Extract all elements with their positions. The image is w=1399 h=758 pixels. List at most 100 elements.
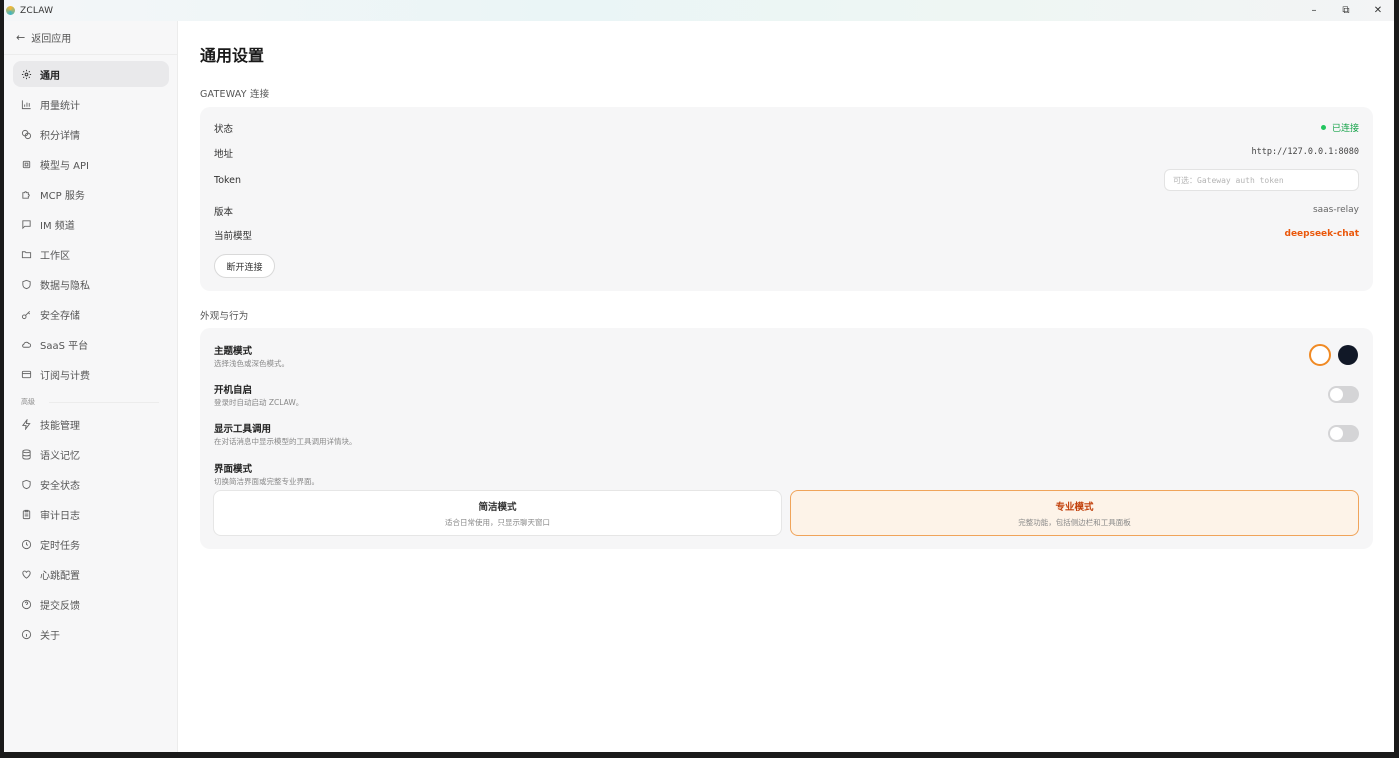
close-button[interactable]: ✕ xyxy=(1362,0,1394,21)
token-label: Token xyxy=(214,175,242,186)
sidebar-item-heartbeat[interactable]: 心跳配置 xyxy=(13,561,169,587)
toggle-knob xyxy=(1330,388,1343,401)
sidebar-item-credits[interactable]: 积分详情 xyxy=(13,121,169,147)
gateway-card: 状态 已连接 地址 http://127.0.0.1:8080 Token 版本… xyxy=(200,107,1373,291)
pro-mode-desc: 完整功能，包括侧边栏和工具面板 xyxy=(1018,517,1131,527)
current-model-value: deepseek-chat xyxy=(1284,229,1360,239)
theme-light-swatch[interactable] xyxy=(1309,344,1331,366)
sidebar-item-security-status[interactable]: 安全状态 xyxy=(13,471,169,497)
page-title: 通用设置 xyxy=(200,46,265,65)
sidebar-item-models[interactable]: 模型与 API xyxy=(13,151,169,177)
sidebar-item-mcp[interactable]: MCP 服务 xyxy=(13,181,169,207)
sidebar-item-label: 安全存储 xyxy=(40,310,80,322)
sidebar-item-secure-storage[interactable]: 安全存储 xyxy=(13,301,169,327)
sidebar-item-scheduled-tasks[interactable]: 定时任务 xyxy=(13,531,169,557)
advanced-group-label: 高级 xyxy=(21,398,35,406)
sidebar-item-label: 数据与隐私 xyxy=(40,280,90,292)
pro-mode-title: 专业模式 xyxy=(1055,501,1094,513)
theme-mode-title: 主题模式 xyxy=(214,346,253,357)
sidebar-item-label: 工作区 xyxy=(40,250,70,262)
sidebar-item-audit-log[interactable]: 审计日志 xyxy=(13,501,169,527)
back-label: 返回应用 xyxy=(31,34,72,45)
sidebar-item-label: 关于 xyxy=(40,630,60,642)
back-to-app-button[interactable]: ← 返回应用 xyxy=(16,30,71,45)
current-model-label: 当前模型 xyxy=(214,231,253,242)
minimize-button[interactable]: – xyxy=(1298,0,1330,21)
info-icon xyxy=(21,629,32,640)
sidebar-item-label: 安全状态 xyxy=(40,480,80,492)
autostart-desc: 登录时自动启动 ZCLAW。 xyxy=(214,398,304,407)
theme-dark-swatch[interactable] xyxy=(1338,345,1358,365)
theme-mode-desc: 选择浅色或深色模式。 xyxy=(214,359,289,368)
sidebar-item-usage[interactable]: 用量统计 xyxy=(13,91,169,117)
sidebar-item-label: 定时任务 xyxy=(40,540,80,552)
show-tools-toggle[interactable] xyxy=(1328,425,1359,442)
clipboard-icon xyxy=(21,509,32,520)
address-value: http://127.0.0.1:8080 xyxy=(1251,147,1359,157)
show-tools-desc: 在对话消息中显示模型的工具调用详情块。 xyxy=(214,437,357,446)
restore-button[interactable]: ⧉ xyxy=(1330,0,1362,21)
cpu-icon xyxy=(21,159,32,170)
puzzle-icon xyxy=(21,189,32,200)
title-bar: ZCLAW – ⧉ ✕ xyxy=(4,0,1394,21)
sidebar-item-privacy[interactable]: 数据与隐私 xyxy=(13,271,169,297)
sidebar-item-label: MCP 服务 xyxy=(40,190,85,202)
sidebar-item-feedback[interactable]: 提交反馈 xyxy=(13,591,169,617)
shield-icon xyxy=(21,479,32,490)
help-circle-icon xyxy=(21,599,32,610)
arrow-left-icon: ← xyxy=(16,31,26,44)
coins-icon xyxy=(21,129,32,140)
divider xyxy=(49,402,159,403)
sidebar: ← 返回应用 通用 用量统计 积分详情 模型与 API MCP 服务 IM 频道 xyxy=(4,21,178,752)
clock-icon xyxy=(21,539,32,550)
version-label: 版本 xyxy=(214,207,234,218)
sidebar-item-label: SaaS 平台 xyxy=(40,340,89,352)
sidebar-item-im[interactable]: IM 频道 xyxy=(13,211,169,237)
sidebar-item-label: 用量统计 xyxy=(40,100,80,112)
app-logo-icon xyxy=(6,6,15,15)
token-input[interactable] xyxy=(1164,169,1359,191)
simple-mode-card[interactable]: 简洁模式 适合日常使用，只显示聊天窗口 xyxy=(213,490,782,536)
gear-icon xyxy=(21,69,32,80)
app-title: ZCLAW xyxy=(20,5,54,16)
autostart-title: 开机自启 xyxy=(214,385,253,396)
message-icon xyxy=(21,219,32,230)
appearance-section-title: 外观与行为 xyxy=(200,311,249,322)
ui-mode-desc: 切换简洁界面或完整专业界面。 xyxy=(214,477,319,486)
divider xyxy=(4,54,178,55)
sidebar-item-label: 心跳配置 xyxy=(40,570,80,582)
database-icon xyxy=(21,448,32,460)
sidebar-item-label: 通用 xyxy=(40,70,60,82)
sidebar-item-workspace[interactable]: 工作区 xyxy=(13,241,169,267)
sidebar-item-label: 技能管理 xyxy=(40,420,80,432)
heart-icon xyxy=(21,569,32,580)
shield-icon xyxy=(21,279,32,290)
sidebar-item-general[interactable]: 通用 xyxy=(13,61,169,87)
autostart-toggle[interactable] xyxy=(1328,386,1359,403)
simple-mode-title: 简洁模式 xyxy=(478,501,517,513)
pro-mode-card[interactable]: 专业模式 完整功能，包括侧边栏和工具面板 xyxy=(790,490,1359,536)
sidebar-item-saas[interactable]: SaaS 平台 xyxy=(13,331,169,357)
simple-mode-desc: 适合日常使用，只显示聊天窗口 xyxy=(445,517,550,527)
sidebar-item-billing[interactable]: 订阅与计费 xyxy=(13,361,169,387)
app-window: ZCLAW – ⧉ ✕ ← 返回应用 通用 用量统计 积分详情 模型与 API xyxy=(4,0,1394,752)
sidebar-item-label: 模型与 API xyxy=(40,160,89,172)
sidebar-item-memory[interactable]: 语义记忆 xyxy=(13,441,169,467)
status-dot-icon xyxy=(1320,125,1326,130)
disconnect-button[interactable]: 断开连接 xyxy=(214,254,275,278)
sidebar-item-label: 积分详情 xyxy=(40,130,80,142)
bar-chart-icon xyxy=(21,99,32,110)
appearance-card: 主题模式 选择浅色或深色模式。 开机自启 登录时自动启动 ZCLAW。 显示工具… xyxy=(200,328,1373,549)
zap-icon xyxy=(21,418,32,430)
sidebar-item-about[interactable]: 关于 xyxy=(13,621,169,647)
sidebar-item-label: IM 频道 xyxy=(40,220,75,232)
show-tools-title: 显示工具调用 xyxy=(214,424,272,435)
sidebar-item-skills[interactable]: 技能管理 xyxy=(13,411,169,437)
folder-icon xyxy=(21,249,32,260)
status-badge: 已连接 xyxy=(1320,121,1359,134)
sidebar-item-label: 语义记忆 xyxy=(40,450,80,462)
window-controls: – ⧉ ✕ xyxy=(1298,0,1394,21)
status-label: 状态 xyxy=(214,124,234,135)
sidebar-item-label: 审计日志 xyxy=(40,510,80,522)
credit-card-icon xyxy=(21,369,32,380)
